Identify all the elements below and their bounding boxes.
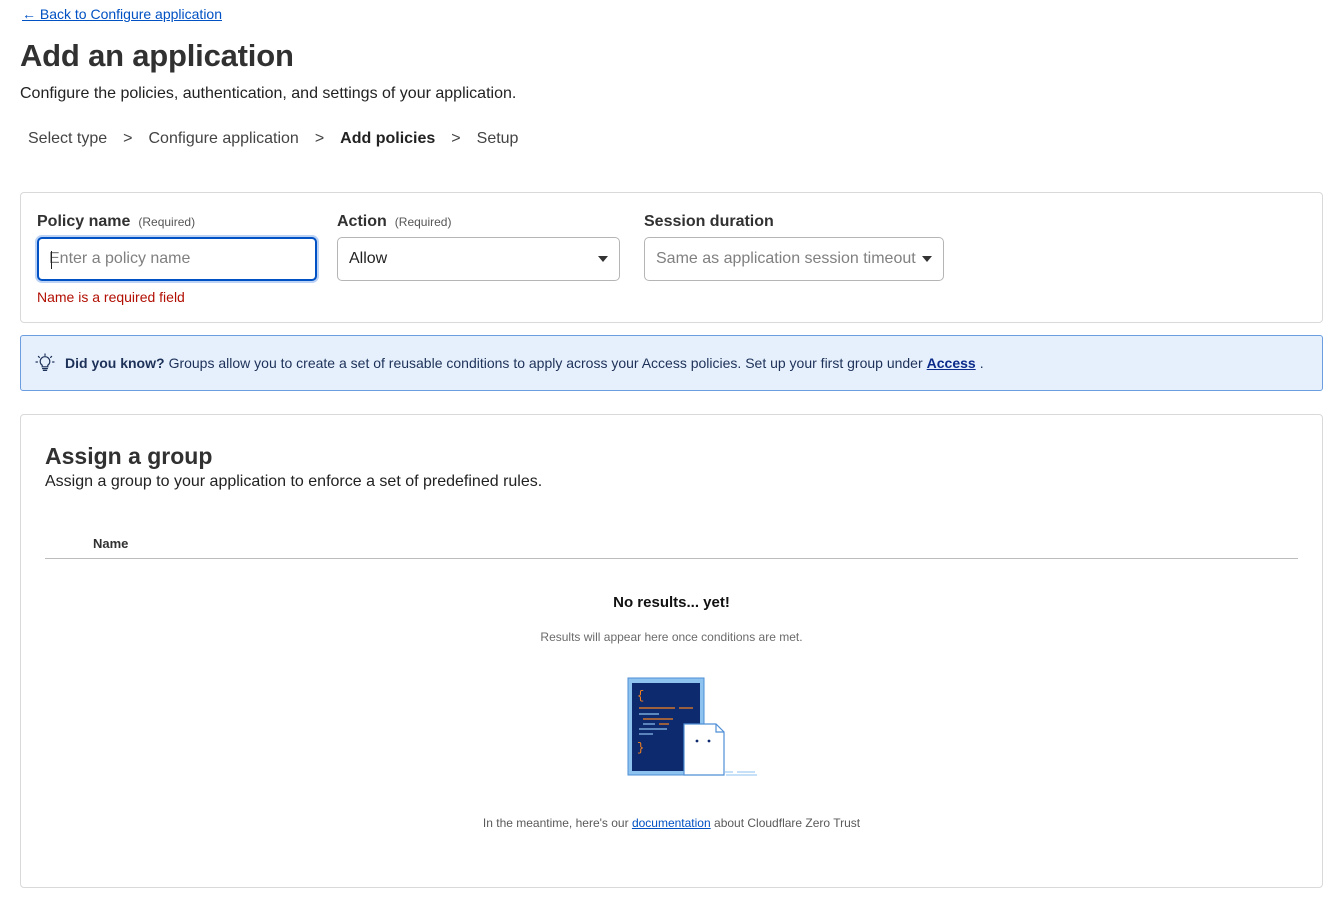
back-to-configure-link[interactable]: ← Back to Configure application <box>22 6 222 22</box>
session-duration-select[interactable]: Same as application session timeout <box>644 237 944 281</box>
policy-name-input[interactable] <box>49 250 305 268</box>
step-separator: > <box>314 130 325 147</box>
page-subtitle: Configure the policies, authentication, … <box>20 85 517 102</box>
policy-name-field: Policy name (Required) Name is a require… <box>37 213 317 305</box>
step-select-type: Select type <box>28 130 108 147</box>
step-setup: Setup <box>476 130 519 147</box>
policy-name-input-wrapper <box>37 237 317 281</box>
required-tag: (Required) <box>138 215 196 229</box>
assign-group-title: Assign a group <box>45 443 213 469</box>
did-you-know-banner: Did you know? Groups allow you to create… <box>20 335 1323 391</box>
triangle-down-icon <box>598 256 608 262</box>
policy-name-label: Policy name (Required) <box>37 213 196 230</box>
session-duration-placeholder: Same as application session timeout <box>656 250 916 267</box>
banner-text: Groups allow you to create a set of reus… <box>168 355 923 371</box>
step-add-policies: Add policies <box>340 130 436 147</box>
triangle-down-icon <box>922 256 932 262</box>
groups-table-header: Name <box>45 535 1298 559</box>
empty-state-title: No results... yet! <box>613 594 730 611</box>
session-duration-label: Session duration <box>644 213 774 230</box>
banner-trailing: . <box>979 355 984 371</box>
action-field: Action (Required) Allow <box>337 213 620 281</box>
banner-lead: Did you know? <box>65 355 165 371</box>
empty-state-subtitle: Results will appear here once conditions… <box>540 630 803 644</box>
session-duration-field: Session duration Same as application ses… <box>644 213 944 281</box>
svg-text:}: } <box>637 741 644 755</box>
assign-group-subtitle: Assign a group to your application to en… <box>45 473 543 490</box>
lightbulb-icon <box>35 353 55 371</box>
empty-state-illustration: { } <box>627 677 757 776</box>
action-label: Action (Required) <box>337 213 452 230</box>
svg-text:{: { <box>637 689 644 703</box>
step-configure-application: Configure application <box>148 130 299 147</box>
column-header-name[interactable]: Name <box>93 536 128 551</box>
empty-state-footer: In the meantime, here's our documentatio… <box>482 816 861 830</box>
policy-settings-card: Policy name (Required) Name is a require… <box>20 192 1323 323</box>
policy-name-error: Name is a required field <box>37 289 185 305</box>
documentation-link[interactable]: documentation <box>632 816 711 830</box>
access-link[interactable]: Access <box>927 355 976 371</box>
page: ← Back to Configure application Add an a… <box>0 0 1341 898</box>
page-title: Add an application <box>20 38 294 73</box>
step-separator: > <box>123 130 133 147</box>
step-breadcrumb: Select type > Configure application > Ad… <box>28 130 518 148</box>
action-select[interactable]: Allow <box>337 237 620 281</box>
assign-group-card: Assign a group Assign a group to your ap… <box>20 414 1323 888</box>
required-tag: (Required) <box>394 215 452 229</box>
action-selected-value: Allow <box>349 250 388 267</box>
step-separator: > <box>451 130 461 147</box>
text-cursor <box>51 251 52 269</box>
